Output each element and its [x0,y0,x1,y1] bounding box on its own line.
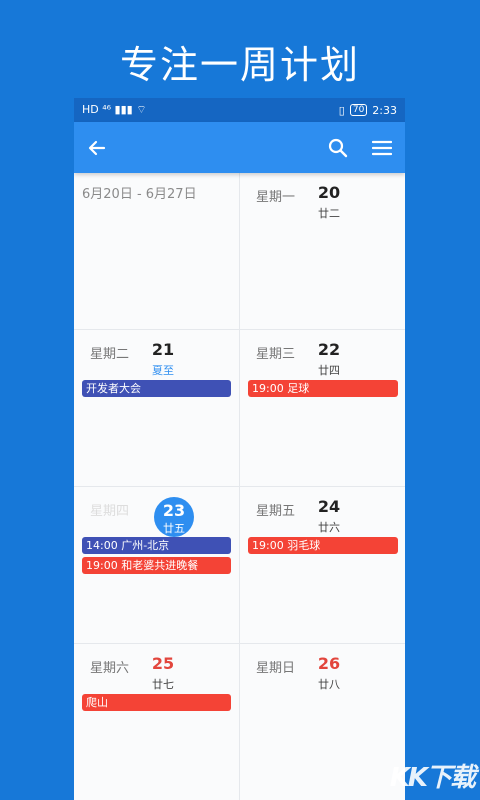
event-chip[interactable]: 开发者大会 [82,380,231,397]
app-bar [74,122,405,173]
lunar-date: 廿四 [318,364,340,377]
weekday-label: 星期日 [256,661,296,676]
day-number: 21 [151,340,175,359]
day-cell-mon[interactable]: 星期一 20 廿二 [240,173,405,329]
battery-icon: 70 [349,104,368,116]
event-chip[interactable]: 19:00 和老婆共进晚餐 [82,557,231,574]
weekday-label: 星期四 [90,504,130,519]
signal-icons: HD ⁴⁶ ▮▮▮ ⌔ [82,103,147,116]
clock: 2:33 [372,103,397,117]
weekday-label: 星期一 [256,190,296,205]
day-cell-fri[interactable]: 星期五 24 廿六 19:00 羽毛球 [240,487,405,643]
day-number: 23 [162,501,186,520]
lunar-date: 廿二 [318,207,340,220]
phone-screen: HD ⁴⁶ ▮▮▮ ⌔ ▯ 70 2:33 6月20日 - 6月27日 星期一 … [74,98,405,800]
event-chip[interactable]: 19:00 足球 [248,380,398,397]
lunar-date: 廿七 [152,678,174,691]
day-cell-wed[interactable]: 星期三 22 廿四 19:00 足球 [240,330,405,486]
week-range: 6月20日 - 6月27日 [82,187,197,202]
day-cell-tue[interactable]: 星期二 21 夏至 开发者大会 [74,330,239,486]
weekday-label: 星期六 [90,661,130,676]
promo-title: 专注一周计划 [119,43,360,87]
event-chip[interactable]: 19:00 羽毛球 [248,537,398,554]
day-number: 25 [151,654,175,673]
status-bar: HD ⁴⁶ ▮▮▮ ⌔ ▯ 70 2:33 [74,98,405,122]
lunar-date: 廿六 [318,521,340,534]
week-range-cell: 6月20日 - 6月27日 [74,173,239,329]
menu-icon[interactable] [371,137,393,159]
watermark-logo: KK下载 [389,763,476,793]
event-chip[interactable]: 爬山 [82,694,231,711]
lunar-date: 廿五 [163,522,185,535]
day-cell-thu[interactable]: 星期四 23 廿五 14:00 广州-北京 19:00 和老婆共进晚餐 [74,487,239,643]
event-chip[interactable]: 14:00 广州-北京 [82,537,231,554]
weekday-label: 星期五 [256,504,296,519]
week-grid: 6月20日 - 6月27日 星期一 20 廿二 星期二 21 夏至 开发者大会 … [74,173,405,800]
weekday-label: 星期二 [90,347,130,362]
day-cell-sun[interactable]: 星期日 26 廿八 [240,644,405,800]
day-cell-sat[interactable]: 星期六 25 廿七 爬山 [74,644,239,800]
today-marker: 23 廿五 [154,497,194,537]
day-number: 20 [317,183,341,202]
day-number: 26 [317,654,341,673]
day-number: 24 [317,497,341,516]
search-icon[interactable] [327,137,349,159]
day-number: 22 [317,340,341,359]
vibrate-icon: ▯ [338,103,345,117]
solar-term: 夏至 [152,364,174,377]
lunar-date: 廿八 [318,678,340,691]
weekday-label: 星期三 [256,347,296,362]
back-arrow-icon[interactable] [86,137,108,159]
